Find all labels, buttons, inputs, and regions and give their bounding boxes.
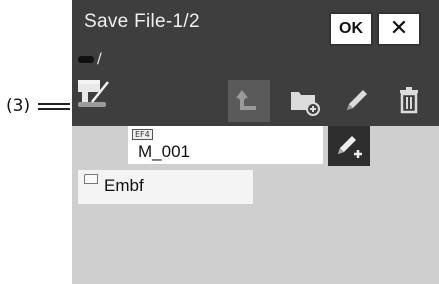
parent-folder-icon[interactable]: [228, 80, 270, 122]
close-button[interactable]: ✕: [377, 12, 421, 46]
folder-item[interactable]: Embf: [78, 170, 253, 204]
title-bar: Save File-1/2 OK ✕: [72, 0, 439, 50]
sewing-machine-drive-icon[interactable]: [74, 72, 116, 112]
path-bar: /: [72, 50, 439, 70]
callout-line: [38, 103, 70, 105]
lcd-screen: Save File-1/2 OK ✕ / EF4 M_001 Embf: [72, 0, 439, 284]
drive-icon: [78, 56, 94, 63]
file-format-tag: EF4: [132, 129, 153, 140]
new-folder-icon[interactable]: [283, 80, 325, 122]
rename-button[interactable]: [328, 126, 370, 166]
ok-button[interactable]: OK: [329, 12, 373, 46]
page-title: Save File-1/2: [84, 11, 200, 32]
callout-label: (3): [6, 96, 31, 116]
file-item[interactable]: EF4 M_001: [128, 126, 323, 164]
path-separator: /: [97, 51, 102, 67]
pencil-plus-icon: [338, 136, 362, 158]
toolbar: [72, 70, 439, 126]
file-name: M_001: [138, 142, 190, 161]
pencil-icon[interactable]: [335, 80, 377, 122]
folder-name: Embf: [104, 176, 144, 195]
callout-line: [38, 108, 70, 110]
folder-icon: [84, 174, 98, 184]
trash-icon[interactable]: [388, 80, 430, 122]
